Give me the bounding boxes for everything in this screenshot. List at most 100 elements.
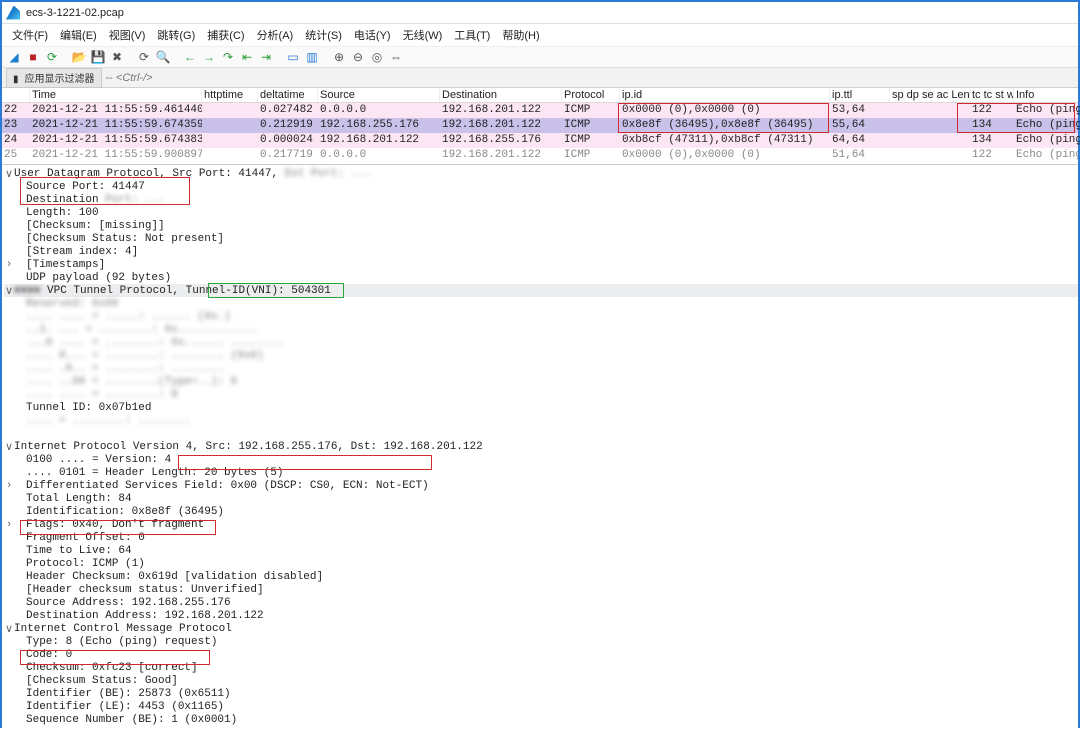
tree-vpc-blur: .... 0... = ........: ........ (0x0) bbox=[4, 349, 1078, 362]
tree-icmp-id-be: Identifier (BE): 25873 (0x6511) bbox=[4, 687, 1078, 700]
packet-list-header: Time httptime deltatime Source Destinati… bbox=[2, 88, 1078, 103]
tb-start-icon[interactable]: ◢ bbox=[6, 49, 22, 65]
display-filter-bar: ▮ 应用显示过滤器 -- <Ctrl-/> bbox=[2, 68, 1078, 88]
menu-tel[interactable]: 电话(Y) bbox=[350, 26, 395, 44]
tree-vpc-blur: .... .... = .....: ...... (0x.) bbox=[4, 310, 1078, 323]
tree-ipv4-srcdst: Src: 192.168.255.176, Dst: 192.168.201.1… bbox=[205, 441, 482, 453]
tb-close-icon[interactable]: ✖ bbox=[109, 49, 125, 65]
tree-vpc-blur: .... = ........: ........ bbox=[4, 414, 1078, 427]
window-titlebar: ecs-3-1221-02.pcap bbox=[2, 2, 1078, 24]
tree-ipv4-proto: Protocol: ICMP (1) bbox=[4, 557, 1078, 570]
tree-ipv4-fragoff: Fragment Offset: 0 bbox=[4, 531, 1078, 544]
tree-udp-src-port: Source Port: 41447 bbox=[4, 180, 1078, 193]
filter-input[interactable]: -- <Ctrl-/> bbox=[106, 72, 1074, 84]
col-source: Source bbox=[318, 88, 440, 102]
tb-reload-icon[interactable]: ⟳ bbox=[136, 49, 152, 65]
menu-edit[interactable]: 编辑(E) bbox=[56, 26, 101, 44]
toolbar: ◢ ■ ⟳ 📂 💾 ✖ ⟳ 🔍 ← → ↷ ⇤ ⇥ ▭ ▥ ⊕ ⊖ ◎ ⇔ bbox=[2, 46, 1078, 68]
tb-zoomin-icon[interactable]: ⊕ bbox=[331, 49, 347, 65]
tree-vpc-blur: Reserved: 0x00 bbox=[4, 297, 1078, 310]
col-ipid: ip.id bbox=[620, 88, 830, 102]
tree-ipv4-dsf[interactable]: ›Differentiated Services Field: 0x00 (DS… bbox=[4, 479, 1078, 492]
tree-ipv4-daddr: Destination Address: 192.168.201.122 bbox=[4, 609, 1078, 622]
tree-vpc-tunnel-id-line: Tunnel ID: 0x07b1ed bbox=[4, 401, 1078, 414]
packet-list-pane[interactable]: Time httptime deltatime Source Destinati… bbox=[2, 88, 1078, 165]
menu-analyze[interactable]: 分析(A) bbox=[253, 26, 298, 44]
packet-row-selected[interactable]: 232021-12-21 11:55:59.6743590.212919192.… bbox=[2, 118, 1078, 133]
tree-icmp-id-le: Identifier (LE): 4453 (0x1165) bbox=[4, 700, 1078, 713]
tree-udp-length: Length: 100 bbox=[4, 206, 1078, 219]
menu-help[interactable]: 帮助(H) bbox=[498, 26, 543, 44]
tb-save-icon[interactable]: 💾 bbox=[90, 49, 106, 65]
tree-ipv4-hcs: Header Checksum: 0x619d [validation disa… bbox=[4, 570, 1078, 583]
packet-row[interactable]: 242021-12-21 11:55:59.6743830.000024192.… bbox=[2, 133, 1078, 148]
tree-ipv4-flags[interactable]: ›Flags: 0x40, Don't fragment bbox=[4, 518, 1078, 531]
col-protocol: Protocol bbox=[562, 88, 620, 102]
tree-icmp-seq-be: Sequence Number (BE): 1 (0x0001) bbox=[4, 713, 1078, 726]
packet-details-pane[interactable]: ∨User Datagram Protocol, Src Port: 41447… bbox=[2, 165, 1078, 730]
tb-next-icon[interactable]: → bbox=[201, 49, 217, 65]
menu-view[interactable]: 视图(V) bbox=[105, 26, 150, 44]
tree-udp-timestamps[interactable]: ›[Timestamps] bbox=[4, 258, 1078, 271]
tree-udp-dst-port: Destination Port: ... bbox=[4, 193, 1078, 206]
tree-vpc-blur: .... .0.. = ........: ........ bbox=[4, 362, 1078, 375]
col-destination: Destination bbox=[440, 88, 562, 102]
tree-icmp-header[interactable]: ∨Internet Control Message Protocol bbox=[4, 622, 1078, 635]
tree-vpc-tunnel-id: Tunnel-ID(VNI): 504301 bbox=[186, 285, 331, 297]
tb-find-icon[interactable]: 🔍 bbox=[155, 49, 171, 65]
tree-vpc-blur: ..1. ... = ........: 0x............ bbox=[4, 323, 1078, 336]
packet-row[interactable]: 252021-12-21 11:55:59.9008970.2177190.0.… bbox=[2, 148, 1078, 161]
tree-ipv4-tlen: Total Length: 84 bbox=[4, 492, 1078, 505]
tree-vpc-header[interactable]: ∨■■■■ VPC Tunnel Protocol, Tunnel-ID(VNI… bbox=[4, 284, 1078, 297]
tree-ipv4-ident: Identification: 0x8e8f (36495) bbox=[4, 505, 1078, 518]
menu-wireless[interactable]: 无线(W) bbox=[399, 26, 447, 44]
tb-autoscroll-icon[interactable]: ▭ bbox=[285, 49, 301, 65]
menubar: 文件(F) 编辑(E) 视图(V) 跳转(G) 捕获(C) 分析(A) 统计(S… bbox=[2, 24, 1078, 46]
tb-open-icon[interactable]: 📂 bbox=[71, 49, 87, 65]
filter-label: ▮ 应用显示过滤器 bbox=[6, 68, 102, 88]
tree-ipv4-hcs-status: [Header checksum status: Unverified] bbox=[4, 583, 1078, 596]
menu-capture[interactable]: 捕获(C) bbox=[203, 26, 248, 44]
wireshark-logo-icon bbox=[6, 6, 20, 20]
window-title: ecs-3-1221-02.pcap bbox=[26, 7, 124, 19]
tb-stop-icon[interactable]: ■ bbox=[25, 49, 41, 65]
tree-icmp-cs-status: [Checksum Status: Good] bbox=[4, 674, 1078, 687]
tree-ipv4-hlen: .... 0101 = Header Length: 20 bytes (5) bbox=[4, 466, 1078, 479]
tree-udp-payload: UDP payload (92 bytes) bbox=[4, 271, 1078, 284]
col-spdp: sp dp se ac Leng bbox=[890, 88, 970, 102]
menu-file[interactable]: 文件(F) bbox=[8, 26, 52, 44]
tree-icmp-type: Type: 8 (Echo (ping) request) bbox=[4, 635, 1078, 648]
tree-icmp-code: Code: 0 bbox=[4, 648, 1078, 661]
tree-udp-checksum: [Checksum: [missing]] bbox=[4, 219, 1078, 232]
packet-row[interactable]: 222021-12-21 11:55:59.4614400.0274820.0.… bbox=[2, 103, 1078, 118]
tb-colorize-icon[interactable]: ▥ bbox=[304, 49, 320, 65]
col-time: Time bbox=[30, 88, 202, 102]
tree-icmp-checksum: Checksum: 0xfc23 [correct] bbox=[4, 661, 1078, 674]
col-len: tc tc st wi wi wi bbox=[970, 88, 1014, 102]
tb-last-icon[interactable]: ⇥ bbox=[258, 49, 274, 65]
tree-ipv4-header[interactable]: ∨Internet Protocol Version 4, Src: 192.1… bbox=[4, 440, 1078, 453]
tb-resize-icon[interactable]: ⇔ bbox=[388, 49, 404, 65]
col-httptime: httptime bbox=[202, 88, 258, 102]
tree-ipv4-version: 0100 .... = Version: 4 bbox=[4, 453, 1078, 466]
tree-udp-stream: [Stream index: 4] bbox=[4, 245, 1078, 258]
menu-stats[interactable]: 统计(S) bbox=[301, 26, 346, 44]
menu-tools[interactable]: 工具(T) bbox=[450, 26, 494, 44]
tb-zoomreset-icon[interactable]: ◎ bbox=[369, 49, 385, 65]
tree-udp-checksum-status: [Checksum Status: Not present] bbox=[4, 232, 1078, 245]
col-deltatime: deltatime bbox=[258, 88, 318, 102]
tb-zoomout-icon[interactable]: ⊖ bbox=[350, 49, 366, 65]
tree-vpc-blur: .... .... = ........: 0 bbox=[4, 388, 1078, 401]
menu-go[interactable]: 跳转(G) bbox=[153, 26, 199, 44]
tree-ipv4-ttl: Time to Live: 64 bbox=[4, 544, 1078, 557]
col-info: Info bbox=[1014, 88, 1080, 102]
tree-udp-header[interactable]: ∨User Datagram Protocol, Src Port: 41447… bbox=[4, 167, 1078, 180]
tree-vpc-blur: ...0 .... = ........: 0x...... ........ bbox=[4, 336, 1078, 349]
tree-ipv4-saddr: Source Address: 192.168.255.176 bbox=[4, 596, 1078, 609]
col-ttl: ip.ttl bbox=[830, 88, 890, 102]
tb-jump-icon[interactable]: ↷ bbox=[220, 49, 236, 65]
tree-vpc-blur: .... ..00 = ........(Type=..): 0 bbox=[4, 375, 1078, 388]
tb-restart-icon[interactable]: ⟳ bbox=[44, 49, 60, 65]
tb-first-icon[interactable]: ⇤ bbox=[239, 49, 255, 65]
tb-prev-icon[interactable]: ← bbox=[182, 49, 198, 65]
